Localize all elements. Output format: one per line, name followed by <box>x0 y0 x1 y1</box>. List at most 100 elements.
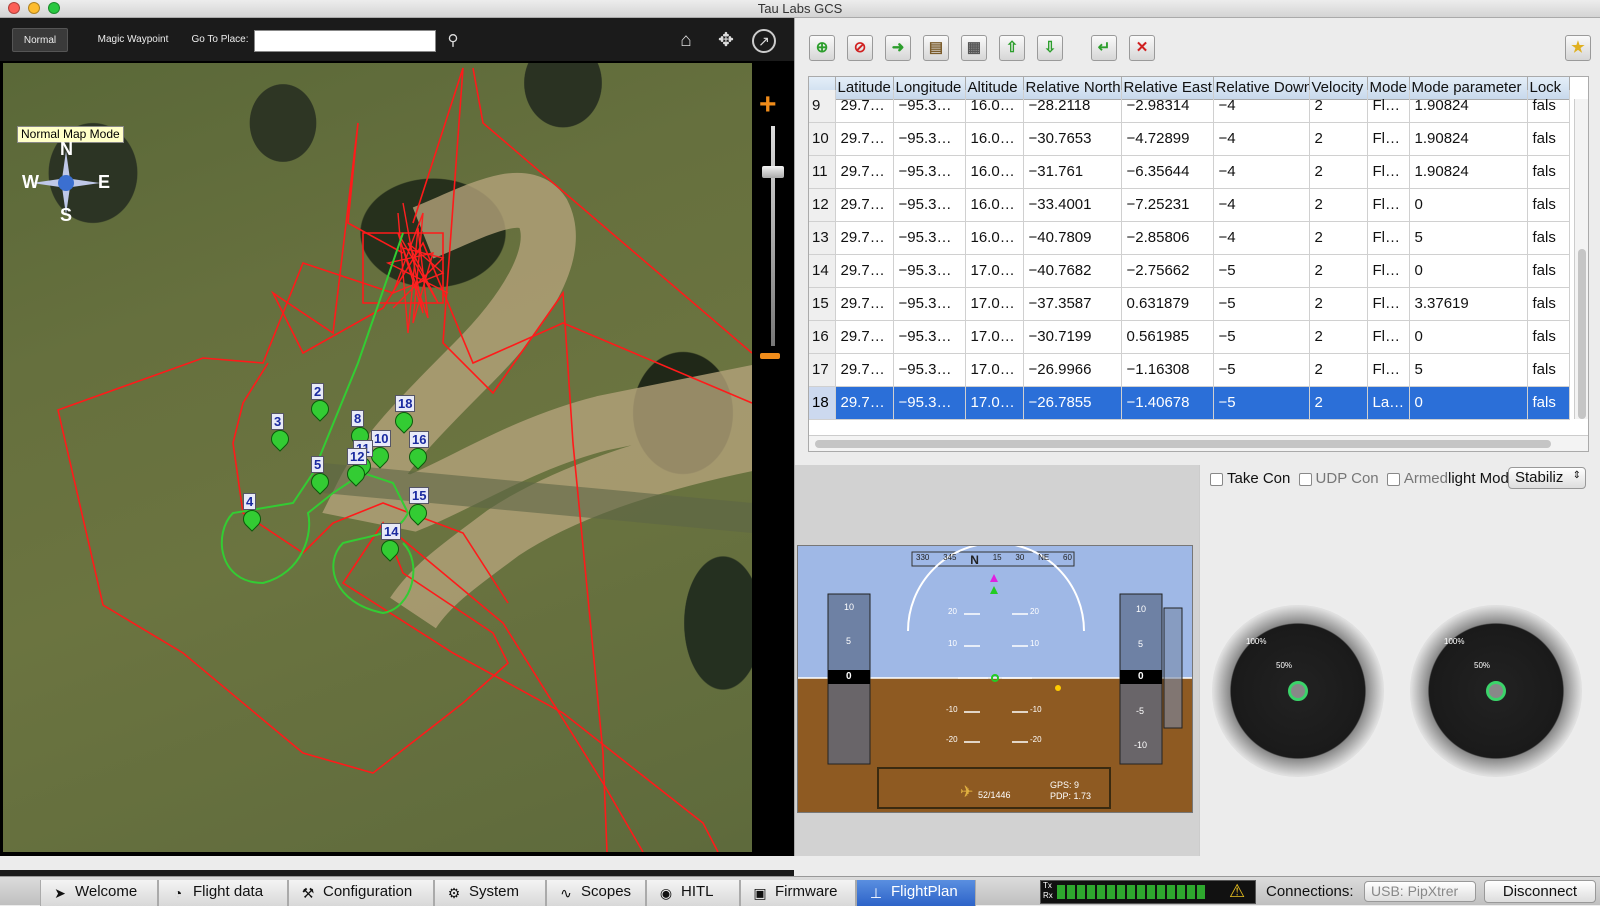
add-waypoint-button[interactable]: ⊕ <box>809 35 835 61</box>
table-cell[interactable]: 16.0… <box>965 89 1024 123</box>
table-cell[interactable]: 29.7… <box>835 320 894 354</box>
zoom-slider-thumb[interactable] <box>762 166 784 178</box>
table-row[interactable]: 17 29.7… −95.3… 17.0… −26.9966 −1.16308 −5 2 Fl…… <box>809 353 1570 387</box>
table-cell[interactable]: −5 <box>1213 320 1310 354</box>
table-cell[interactable]: fals <box>1527 188 1570 222</box>
table-cell[interactable]: −4 <box>1213 221 1310 255</box>
table-cell[interactable]: −26.9966 <box>1023 353 1122 387</box>
table-cell[interactable]: 2 <box>1309 320 1368 354</box>
table-cell[interactable]: 1.90824 <box>1409 89 1528 123</box>
waypoint-table[interactable]: Latitude Longitude Altitude Relative North R… <box>808 76 1589 452</box>
table-cell[interactable]: 2 <box>1309 221 1368 255</box>
table-cell[interactable]: −5 <box>1213 287 1310 321</box>
table-cell[interactable]: −28.2118 <box>1023 89 1122 123</box>
table-cell[interactable]: −4.72899 <box>1121 122 1214 156</box>
table-cell[interactable]: Fl… <box>1367 89 1410 123</box>
table-cell[interactable]: 29.7… <box>835 254 894 288</box>
connection-device-select[interactable]: USB: PipXtrer <box>1364 881 1476 902</box>
table-cell[interactable]: 1.90824 <box>1409 155 1528 189</box>
table-cell[interactable]: −6.35644 <box>1121 155 1214 189</box>
table-cell[interactable]: 29.7… <box>835 353 894 387</box>
table-cell[interactable]: 16.0… <box>965 188 1024 222</box>
table-cell[interactable]: −5 <box>1213 254 1310 288</box>
table-cell[interactable]: 2 <box>1309 287 1368 321</box>
waypoint-marker-14[interactable]: 14 <box>377 523 403 569</box>
table-cell[interactable]: Fl… <box>1367 221 1410 255</box>
table-cell[interactable]: −1.40678 <box>1121 386 1214 420</box>
table-cell[interactable]: Fl… <box>1367 254 1410 288</box>
table-cell[interactable]: 0 <box>1409 320 1528 354</box>
tab-flightplan[interactable]: ⊥ FlightPlan <box>856 880 976 906</box>
table-cell[interactable]: 29.7… <box>835 221 894 255</box>
table-cell[interactable]: Fl… <box>1367 320 1410 354</box>
table-cell[interactable]: 16.0… <box>965 221 1024 255</box>
table-cell[interactable]: 17.0… <box>965 353 1024 387</box>
table-cell[interactable]: 2 <box>1309 155 1368 189</box>
waypoint-marker-18[interactable]: 18 <box>391 395 417 441</box>
goto-place-input[interactable] <box>254 30 436 52</box>
table-cell[interactable]: 2 <box>1309 353 1368 387</box>
waypoint-marker-2[interactable]: 2 <box>307 383 333 429</box>
table-cell[interactable]: 16.0… <box>965 155 1024 189</box>
home-icon[interactable]: ⌂ <box>673 28 699 54</box>
table-cell[interactable]: Fl… <box>1367 287 1410 321</box>
table-cell[interactable]: 16.0… <box>965 122 1024 156</box>
magic-waypoint-button[interactable]: Magic Waypoint <box>92 28 174 52</box>
search-icon[interactable]: ⚲ <box>440 28 466 54</box>
zoom-in-button[interactable]: + <box>759 88 777 122</box>
move-down-button[interactable]: ⇩ <box>1037 35 1063 61</box>
table-row[interactable]: 10 29.7… −95.3… 16.0… −30.7653 −4.72899 −4 2 Fl…… <box>809 122 1570 156</box>
row-number-cell[interactable]: 13 <box>809 221 836 255</box>
table-cell[interactable]: −95.3… <box>893 221 966 255</box>
table-cell[interactable]: −33.4001 <box>1023 188 1122 222</box>
table-cell[interactable]: La… <box>1367 386 1410 420</box>
return-icon-button[interactable]: ↵ <box>1091 35 1117 61</box>
table-cell[interactable]: 29.7… <box>835 155 894 189</box>
table-cell[interactable]: fals <box>1527 89 1570 123</box>
table-horizontal-scrollbar[interactable] <box>809 435 1588 451</box>
table-row[interactable]: 16 29.7… −95.3… 17.0… −30.7199 0.561985 −5 2 Fl…… <box>809 320 1570 354</box>
waypoint-marker-15[interactable]: 15 <box>405 487 431 533</box>
table-cell[interactable]: −5 <box>1213 386 1310 420</box>
table-cell[interactable]: −95.3… <box>893 353 966 387</box>
table-cell[interactable]: −1.16308 <box>1121 353 1214 387</box>
row-number-cell[interactable]: 12 <box>809 188 836 222</box>
waypoint-marker-12[interactable]: 12 <box>343 448 369 494</box>
table-cell[interactable]: 2 <box>1309 122 1368 156</box>
table-cell[interactable]: 29.7… <box>835 89 894 123</box>
save-file-button[interactable]: ▦ <box>961 35 987 61</box>
clear-all-button[interactable]: ✕ <box>1129 35 1155 61</box>
table-cell[interactable]: −30.7653 <box>1023 122 1122 156</box>
forward-arrow-button[interactable]: ➜ <box>885 35 911 61</box>
close-window-button[interactable] <box>8 2 20 14</box>
tab-flight-data[interactable]: ◔ Flight data <box>158 880 288 906</box>
table-cell[interactable]: 29.7… <box>835 287 894 321</box>
table-cell[interactable]: Fl… <box>1367 155 1410 189</box>
table-cell[interactable]: −31.761 <box>1023 155 1122 189</box>
table-cell[interactable]: −7.25231 <box>1121 188 1214 222</box>
star-button[interactable]: ★ <box>1565 35 1591 61</box>
table-cell[interactable]: 0 <box>1409 386 1528 420</box>
table-row[interactable]: 14 29.7… −95.3… 17.0… −40.7682 −2.75662 −5 2 Fl…… <box>809 254 1570 288</box>
table-cell[interactable]: 1.90824 <box>1409 122 1528 156</box>
left-stick-knob[interactable] <box>1288 681 1308 701</box>
table-cell[interactable]: −4 <box>1213 89 1310 123</box>
table-cell[interactable]: −4 <box>1213 122 1310 156</box>
open-file-button[interactable]: ▤ <box>923 35 949 61</box>
table-cell[interactable]: −95.3… <box>893 320 966 354</box>
table-cell[interactable]: −2.85806 <box>1121 221 1214 255</box>
table-cell[interactable]: 5 <box>1409 221 1528 255</box>
waypoint-marker-4[interactable]: 4 <box>239 493 265 539</box>
delete-waypoint-button[interactable]: ⊘ <box>847 35 873 61</box>
table-cell[interactable]: −30.7199 <box>1023 320 1122 354</box>
move-up-button[interactable]: ⇧ <box>999 35 1025 61</box>
table-cell[interactable]: fals <box>1527 122 1570 156</box>
table-cell[interactable]: 3.37619 <box>1409 287 1528 321</box>
table-cell[interactable]: 5 <box>1409 353 1528 387</box>
table-cell[interactable]: fals <box>1527 386 1570 420</box>
table-cell[interactable]: 0.631879 <box>1121 287 1214 321</box>
normal-mode-button[interactable]: Normal <box>12 28 68 52</box>
table-row[interactable]: 15 29.7… −95.3… 17.0… −37.3587 0.631879 −5 2 Fl…… <box>809 287 1570 321</box>
vertical-scroll-thumb[interactable] <box>1578 249 1586 419</box>
table-cell[interactable]: 17.0… <box>965 320 1024 354</box>
